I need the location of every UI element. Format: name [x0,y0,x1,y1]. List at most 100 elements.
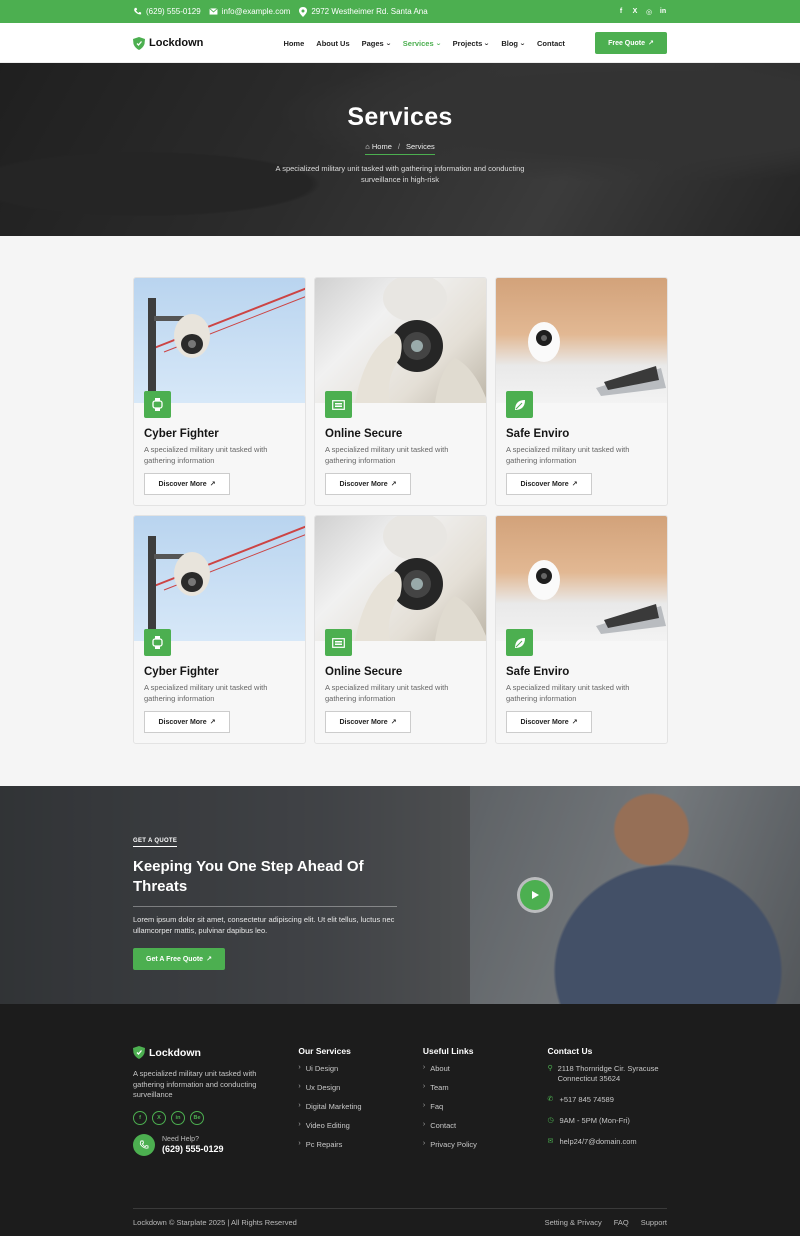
instagram-icon[interactable]: ◎ [645,8,653,16]
chevron-down-icon: ⌄ [434,40,442,47]
shield-icon [133,36,145,50]
nav-item-services[interactable]: Services ⌄ [403,39,442,48]
footer-link[interactable]: › Privacy Policy [423,1140,548,1159]
footer-social: f X in Be [133,1110,298,1125]
page-title: Services [347,103,453,131]
location-pin-icon [298,6,307,17]
service-card: Online Secure A specialized military uni… [314,277,487,506]
facebook-icon[interactable]: f [617,8,625,16]
play-icon [532,891,539,899]
mail-icon: ✉ [547,1138,554,1145]
breadcrumb-home[interactable]: ⌂ Home [365,142,392,151]
play-video-button[interactable] [520,880,550,910]
chevron-right-icon: › [422,1064,426,1071]
service-title: Cyber Fighter [144,666,219,678]
service-image [134,516,305,641]
footer-link[interactable]: › Ux Design [298,1083,423,1102]
chevron-right-icon: › [298,1064,301,1071]
phone-icon [133,7,142,16]
contact-phone[interactable]: ✆ +517 845 74589 [547,1095,667,1105]
mail-icon [208,7,218,16]
behance-icon[interactable]: Be [190,1110,204,1125]
chevron-right-icon: › [298,1102,301,1109]
service-card: Cyber Fighter A specialized military uni… [133,515,306,744]
footer-link[interactable]: › Ui Design [298,1064,423,1083]
service-description: A specialized military unit tasked with … [325,445,449,465]
discover-more-button[interactable]: Discover More ↗ [506,711,592,733]
footer-logo[interactable]: Lockdown [133,1046,298,1059]
quote-text: Lorem ipsum dolor sit amet, consectetur … [133,915,395,935]
facebook-icon[interactable]: f [133,1110,147,1125]
service-image [134,278,305,403]
service-description: A specialized military unit tasked with … [325,683,449,703]
hero-description: A specialized military unit tasked with … [275,164,525,184]
footer-link[interactable]: › About [423,1064,548,1083]
topbar-email[interactable]: info@example.com [208,7,290,16]
discover-more-button[interactable]: Discover More ↗ [506,473,592,495]
top-bar: (629) 555-0129 info@example.com 2972 Wes… [0,0,800,23]
get-free-quote-button[interactable]: Get A Free Quote ↗ [133,948,225,970]
topbar-social: f X ◎ in [617,8,667,16]
service-title: Cyber Fighter [144,428,219,440]
nav-item-home[interactable]: Home [283,39,304,48]
service-description: A specialized military unit tasked with … [506,683,630,703]
chevron-right-icon: › [422,1140,426,1147]
chevron-right-icon: › [298,1140,301,1147]
service-image [496,278,667,403]
leaf-icon [506,391,533,418]
footer-link[interactable]: › Team [423,1083,548,1102]
chevron-right-icon: › [422,1121,426,1128]
footer-link[interactable]: › Contact [423,1121,548,1140]
x-twitter-icon[interactable]: X [631,8,639,16]
arrow-up-right-icon: ↗ [571,481,578,488]
arrow-up-right-icon: ↗ [209,481,216,488]
x-twitter-icon[interactable]: X [152,1110,166,1125]
topbar-phone[interactable]: (629) 555-0129 [133,7,201,16]
topbar-address: 2972 Westheimer Rd. Santa Ana [298,6,428,17]
footer-link[interactable]: › Pc Repairs [298,1140,423,1159]
nav-menu: Home About Us Pages ⌄ Services ⌄ Projects ⌄… [283,39,565,48]
arrow-up-right-icon: ↗ [648,40,654,47]
discover-more-button[interactable]: Discover More ↗ [144,473,230,495]
nav-item-about[interactable]: About Us [316,39,349,48]
chevron-down-icon: ⌄ [384,40,392,47]
service-title: Online Secure [325,428,403,440]
service-card: Online Secure A specialized military uni… [314,515,487,744]
nav-item-projects[interactable]: Projects ⌄ [453,39,490,48]
contact-email[interactable]: ✉ help24/7@domain.com [547,1137,667,1147]
discover-more-button[interactable]: Discover More ↗ [325,473,411,495]
card-payment-icon [325,629,352,656]
discover-more-button[interactable]: Discover More ↗ [144,711,230,733]
main-navigation: Lockdown Home About Us Pages ⌄ Services ⌄ … [0,23,800,63]
card-payment-icon [325,391,352,418]
service-description: A specialized military unit tasked with … [144,445,268,465]
service-image [496,516,667,641]
location-pin-icon: ⚲ [547,1065,553,1072]
footer-link[interactable]: › Video Editing [298,1121,423,1140]
linkedin-icon[interactable]: in [171,1110,185,1125]
footer-bottom-link[interactable]: Support [641,1218,667,1227]
brand-logo[interactable]: Lockdown [133,36,203,50]
nav-item-blog[interactable]: Blog ⌄ [501,39,525,48]
linkedin-icon[interactable]: in [659,8,667,16]
free-quote-button[interactable]: Free Quote ↗ [594,32,667,54]
service-description: A specialized military unit tasked with … [506,445,630,465]
discover-more-button[interactable]: Discover More ↗ [325,711,411,733]
footer-link[interactable]: › Digital Marketing [298,1102,423,1121]
nav-item-pages[interactable]: Pages ⌄ [362,39,392,48]
service-image [315,278,486,403]
footer-link[interactable]: › Faq [423,1102,548,1121]
breadcrumb: ⌂ Home / Services [365,142,435,155]
footer-bottom-bar: Lockdown © Starplate 2025 | All Rights R… [133,1208,667,1227]
chevron-right-icon: › [422,1102,426,1109]
nav-item-contact[interactable]: Contact [537,39,565,48]
footer-contact-title: Contact Us [547,1046,593,1056]
chevron-right-icon: › [422,1083,426,1090]
help-contact[interactable]: Need Help? (629) 555-0129 [133,1133,298,1156]
clock-icon: ◷ [547,1117,554,1124]
smartwatch-icon [144,629,171,656]
section-tag: GET A QUOTE [133,838,178,847]
quote-section: GET A QUOTE Keeping You One Step Ahead O… [0,786,800,1004]
footer-bottom-link[interactable]: FAQ [614,1218,629,1227]
footer-bottom-link[interactable]: Setting & Privacy [545,1218,602,1227]
